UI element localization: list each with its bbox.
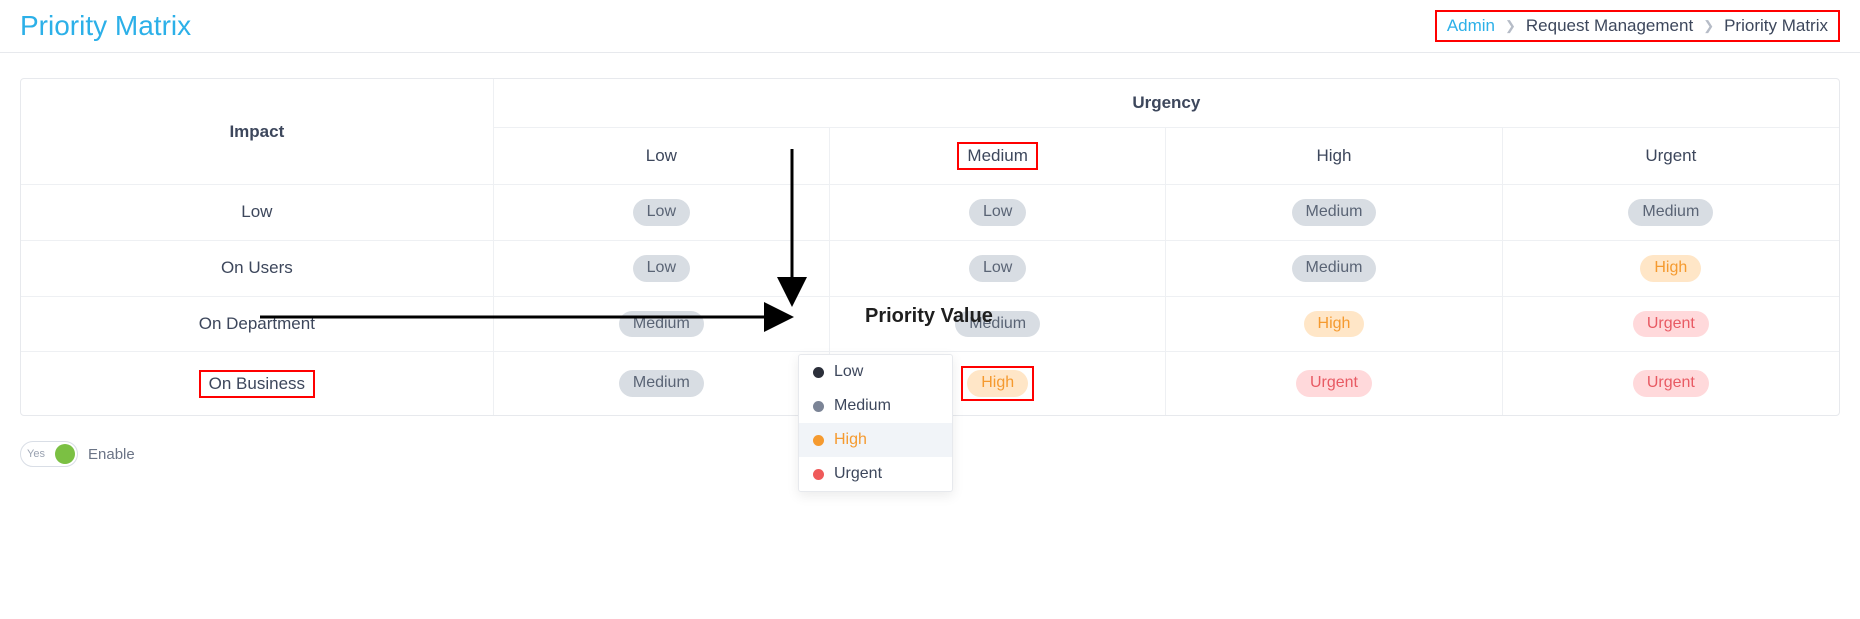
priority-cell[interactable]: Medium xyxy=(619,370,704,397)
priority-cell[interactable]: Medium xyxy=(1628,199,1713,226)
impact-label: Low xyxy=(21,185,494,241)
priority-cell[interactable]: Medium xyxy=(619,311,704,338)
dot-icon xyxy=(813,469,824,480)
impact-label: On Users xyxy=(21,241,494,297)
chevron-right-icon: ❯ xyxy=(1703,18,1714,34)
priority-cell[interactable]: Medium xyxy=(1292,199,1377,226)
priority-option-urgent[interactable]: Urgent xyxy=(799,457,952,491)
priority-cell[interactable]: High xyxy=(1304,311,1365,338)
priority-option-high[interactable]: High xyxy=(799,423,952,457)
priority-cell[interactable]: Urgent xyxy=(1633,370,1709,397)
priority-cell[interactable]: Urgent xyxy=(1296,370,1372,397)
annotation-highlight-selected-cell: High xyxy=(961,366,1034,401)
priority-option-low[interactable]: Low xyxy=(799,355,952,389)
urgency-col-urgent: Urgent xyxy=(1503,128,1839,185)
priority-cell[interactable]: Urgent xyxy=(1633,311,1709,338)
dot-icon xyxy=(813,401,824,412)
urgency-col-low: Low xyxy=(494,128,830,185)
annotation-highlight-urgency: Medium xyxy=(957,142,1037,170)
page-header: Priority Matrix Admin ❯ Request Manageme… xyxy=(0,0,1860,53)
priority-cell[interactable]: Low xyxy=(969,199,1026,226)
table-row: On Users Low Low Medium High xyxy=(21,241,1839,297)
impact-label: On Business xyxy=(21,352,494,415)
priority-dropdown[interactable]: Low Medium High Urgent xyxy=(798,354,953,492)
option-label: Medium xyxy=(834,397,891,415)
enable-toggle[interactable]: Yes xyxy=(20,441,78,467)
urgency-col-high: High xyxy=(1166,128,1502,185)
annotation-priority-value-label: Priority Value xyxy=(865,305,993,328)
breadcrumb-request-management-link[interactable]: Request Management xyxy=(1526,16,1693,36)
option-label: High xyxy=(834,431,867,449)
priority-cell[interactable]: Low xyxy=(633,199,690,226)
option-label: Urgent xyxy=(834,465,882,483)
breadcrumb-admin-link[interactable]: Admin xyxy=(1447,16,1495,36)
dot-icon xyxy=(813,367,824,378)
annotation-highlight-impact: On Business xyxy=(199,370,315,398)
chevron-right-icon: ❯ xyxy=(1505,18,1516,34)
toggle-knob xyxy=(55,444,75,464)
priority-cell-selected[interactable]: High xyxy=(967,370,1028,397)
priority-option-medium[interactable]: Medium xyxy=(799,389,952,423)
toggle-label: Enable xyxy=(88,446,135,463)
urgency-header: Urgency xyxy=(494,79,1839,128)
priority-cell[interactable]: Low xyxy=(969,255,1026,282)
impact-label: On Department xyxy=(21,297,494,353)
breadcrumb: Admin ❯ Request Management ❯ Priority Ma… xyxy=(1435,10,1840,42)
table-row: Low Low Low Medium Medium xyxy=(21,185,1839,241)
priority-cell[interactable]: Medium xyxy=(1292,255,1377,282)
option-label: Low xyxy=(834,363,863,381)
page-title: Priority Matrix xyxy=(20,10,191,42)
priority-cell[interactable]: High xyxy=(1640,255,1701,282)
content-area: Impact Urgency Low Medium High Urgent Lo… xyxy=(0,53,1860,492)
dot-icon xyxy=(813,435,824,446)
impact-header: Impact xyxy=(21,79,494,185)
toggle-state-text: Yes xyxy=(27,448,45,460)
urgency-col-medium: Medium xyxy=(830,128,1166,185)
breadcrumb-current: Priority Matrix xyxy=(1724,16,1828,36)
priority-cell[interactable]: Low xyxy=(633,255,690,282)
